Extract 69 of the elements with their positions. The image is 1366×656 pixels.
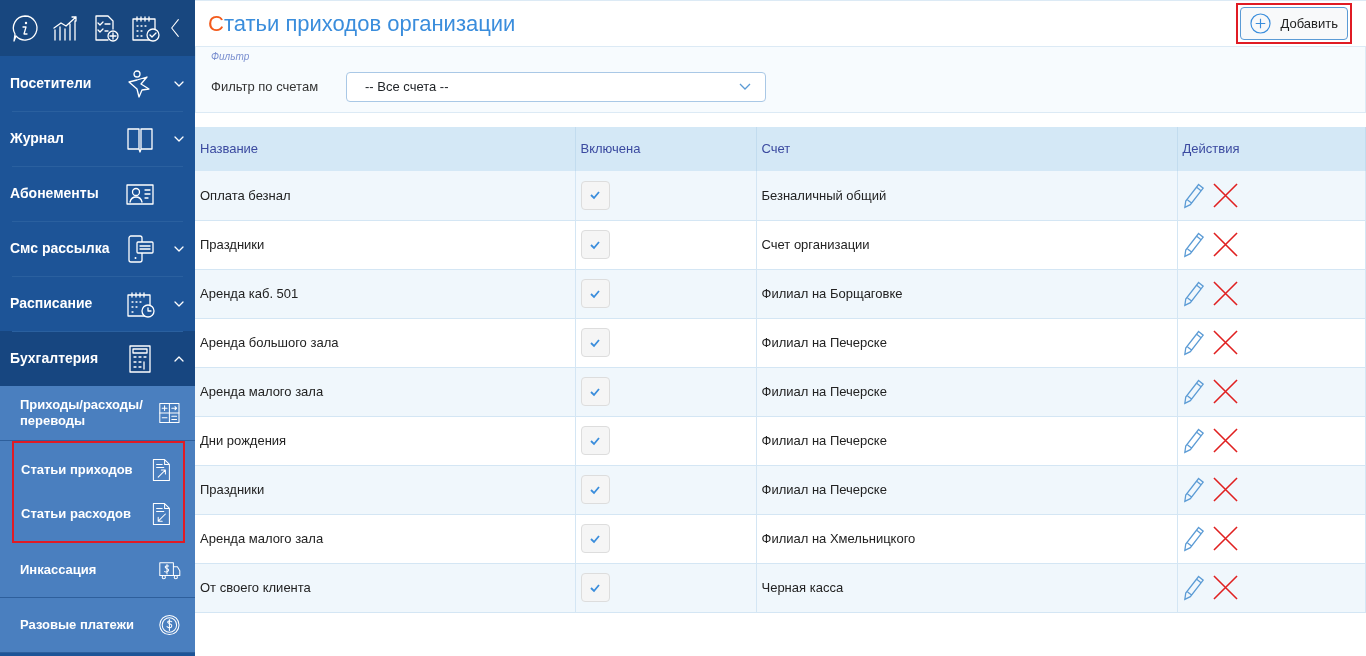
pencil-icon[interactable] xyxy=(1182,378,1205,405)
column-header: Название xyxy=(195,127,575,171)
table-cell: Аренда большого зала xyxy=(195,318,575,367)
phone-message-icon xyxy=(125,233,155,264)
table-cell: Филиал на Печерске xyxy=(756,367,1177,416)
checkbox[interactable] xyxy=(580,230,610,259)
table-cell: Оплата безнал xyxy=(195,171,575,220)
collapse-chevron-icon[interactable] xyxy=(170,17,180,39)
column-header: Действия xyxy=(1177,127,1366,171)
table-cell: Аренда малого зала xyxy=(195,514,575,563)
pencil-icon[interactable] xyxy=(1182,525,1205,552)
table-cell: Филиал на Хмельницкого xyxy=(756,514,1177,563)
delete-cross-icon[interactable] xyxy=(1212,330,1238,355)
sidebar-menu-item[interactable]: Бухгалтерия xyxy=(0,331,195,386)
page-title: Статьи приходов организации xyxy=(208,10,516,38)
filter-label: Фильтр по счетам xyxy=(211,78,320,97)
checkbox[interactable] xyxy=(580,328,610,357)
sidebar-subitem[interactable]: Статьи расходов xyxy=(14,497,183,531)
checkbox[interactable] xyxy=(580,426,610,455)
sidebar-menu-item[interactable]: Посетители xyxy=(0,56,195,111)
delete-cross-icon[interactable] xyxy=(1212,428,1238,453)
add-button[interactable]: Добавить xyxy=(1239,7,1348,40)
table-cell: Филиал на Печерске xyxy=(756,318,1177,367)
pencil-icon[interactable] xyxy=(1182,231,1205,258)
table-cell: Филиал на Борщаговке xyxy=(756,269,1177,318)
checkbox[interactable] xyxy=(580,377,610,406)
pencil-icon[interactable] xyxy=(1182,427,1205,454)
column-header: Включена xyxy=(575,127,756,171)
sidebar-subitem[interactable]: Разовые платежи xyxy=(0,598,195,653)
filter-legend: Фильтр xyxy=(211,49,1350,64)
delete-cross-icon[interactable] xyxy=(1212,281,1238,306)
table-cell: Дни рождения xyxy=(195,416,575,465)
column-header: Счет xyxy=(756,127,1177,171)
delete-cross-icon[interactable] xyxy=(1212,379,1238,404)
checkbox[interactable] xyxy=(580,573,610,602)
checkbox[interactable] xyxy=(580,524,610,553)
pencil-icon[interactable] xyxy=(1182,476,1205,503)
pencil-icon[interactable] xyxy=(1182,574,1205,601)
table-cell: Праздники xyxy=(195,465,575,514)
account-select[interactable]: -- Все счета -- xyxy=(346,72,766,102)
checkbox[interactable] xyxy=(580,475,610,504)
delete-cross-icon[interactable] xyxy=(1212,575,1238,600)
table-cell: Аренда каб. 501 xyxy=(195,269,575,318)
plus-circle-icon xyxy=(1249,13,1271,34)
table-cell: Безналичный общий xyxy=(756,171,1177,220)
pencil-icon[interactable] xyxy=(1182,181,1205,209)
table-cell: Аренда малого зала xyxy=(195,367,575,416)
sidebar-menu-item[interactable]: Абонементы xyxy=(0,166,195,221)
chevron-down-icon xyxy=(739,83,751,91)
delete-cross-icon[interactable] xyxy=(1212,182,1238,208)
table-cell: Филиал на Печерске xyxy=(756,416,1177,465)
delete-cross-icon[interactable] xyxy=(1212,477,1238,502)
table-cell: Черная касса xyxy=(756,563,1177,612)
table-cell: Счет организации xyxy=(756,220,1177,269)
sidebar-menu-item[interactable]: Расписание xyxy=(0,276,195,331)
table-cell: Филиал на Печерске xyxy=(756,465,1177,514)
check-icon xyxy=(589,189,601,202)
delete-cross-icon[interactable] xyxy=(1212,526,1238,551)
table-cell: Праздники xyxy=(195,220,575,269)
checkbox[interactable] xyxy=(580,180,610,210)
sidebar-subitem[interactable]: Статьи приходов xyxy=(14,453,183,487)
sidebar-menu-item[interactable]: Смс рассылка xyxy=(0,221,195,276)
sidebar-menu-item[interactable]: Журнал xyxy=(0,111,195,166)
table-cell: От своего клиента xyxy=(195,563,575,612)
pencil-icon[interactable] xyxy=(1182,280,1205,307)
info-icon[interactable] xyxy=(10,13,40,43)
delete-cross-icon[interactable] xyxy=(1212,232,1238,257)
checkbox[interactable] xyxy=(580,279,610,308)
pencil-icon[interactable] xyxy=(1182,329,1205,356)
